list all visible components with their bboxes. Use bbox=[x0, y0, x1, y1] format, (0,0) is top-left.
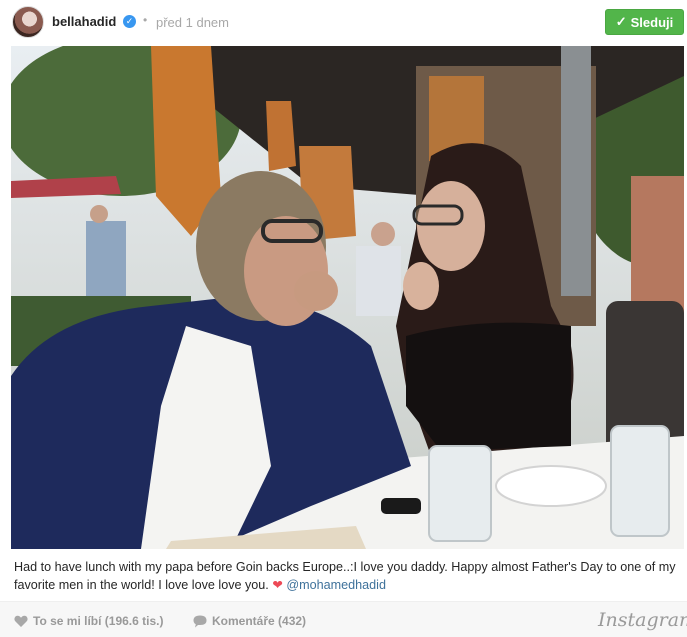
instagram-logo[interactable]: Instagram bbox=[598, 609, 687, 631]
post-footer: To se mi líbí (196.6 tis.) Komentáře (43… bbox=[0, 601, 687, 637]
heart-emoji: ❤ bbox=[272, 578, 283, 592]
like-button[interactable]: To se mi líbí (196.6 tis.) bbox=[14, 614, 163, 628]
post-photo-image bbox=[11, 46, 684, 549]
post-caption: Had to have lunch with my papa before Go… bbox=[14, 558, 679, 594]
mention-link[interactable]: @mohamedhadid bbox=[286, 578, 386, 592]
avatar[interactable] bbox=[12, 6, 44, 38]
post-photo[interactable] bbox=[11, 46, 684, 549]
follow-button-label: Sleduji bbox=[630, 14, 674, 30]
post-timestamp[interactable]: před 1 dnem bbox=[156, 15, 229, 30]
username-link[interactable]: bellahadid bbox=[52, 14, 116, 29]
separator-dot: • bbox=[143, 13, 148, 27]
checkmark-icon: ✓ bbox=[615, 14, 627, 29]
comment-bubble-icon bbox=[193, 615, 207, 627]
comments-count-label: Komentáře (432) bbox=[212, 614, 307, 628]
post-header: bellahadid ✓ • před 1 dnem ✓ Sleduji bbox=[0, 0, 687, 44]
heart-icon bbox=[14, 615, 28, 627]
follow-button[interactable]: ✓ Sleduji bbox=[605, 9, 684, 35]
verified-badge-icon: ✓ bbox=[123, 15, 136, 28]
comments-button[interactable]: Komentáře (432) bbox=[193, 614, 306, 628]
likes-count-label: To se mi líbí (196.6 tis.) bbox=[33, 614, 164, 628]
